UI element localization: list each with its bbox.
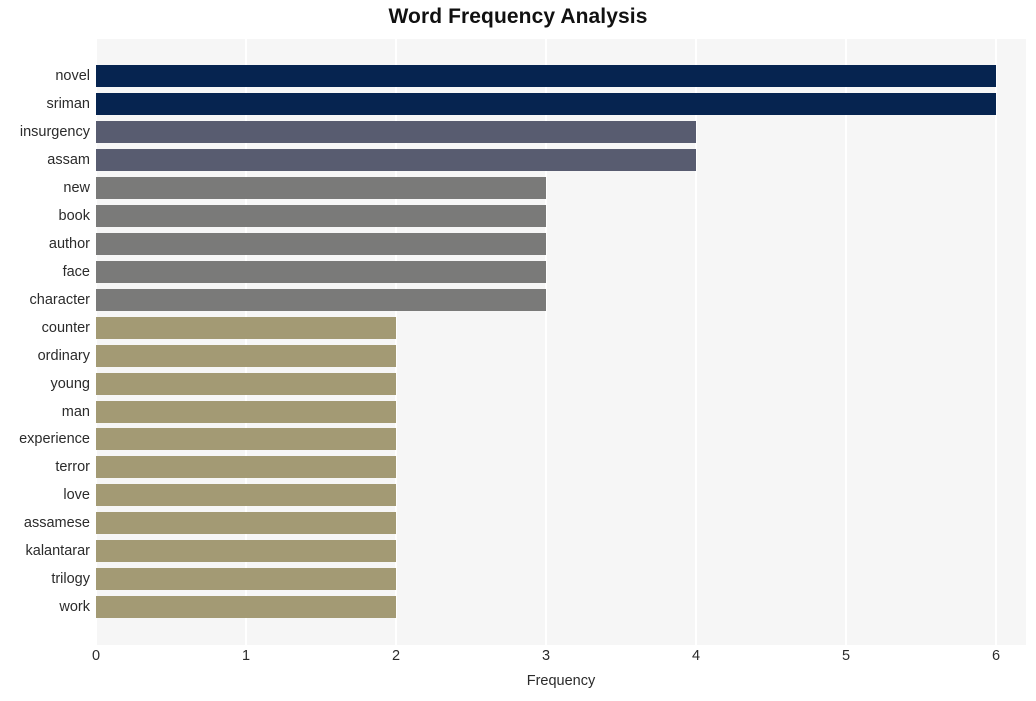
bars-layer [96,39,1026,645]
bar-terror[interactable] [96,456,396,479]
bar-slot [96,342,1026,370]
y-tick-label-ordinary: ordinary [37,347,90,364]
x-tick-label-2: 2 [391,648,401,664]
bar-novel[interactable] [96,64,996,87]
y-tick-label-experience: experience [19,431,90,448]
bar-book[interactable] [96,204,546,227]
word-frequency-chart-figure: Word Frequency Analysis novel sriman insur… [0,0,1036,701]
y-tick-label-assamese: assamese [23,515,90,532]
y-tick-label-kalantarar: kalantarar [25,543,90,560]
bar-slot [96,62,1026,90]
bar-work[interactable] [96,596,396,619]
y-tick-label-author: author [48,235,90,252]
x-tick-label-1: 1 [241,648,251,664]
bar-sriman[interactable] [96,92,996,115]
y-tick-label-trilogy: trilogy [51,571,90,588]
bar-man[interactable] [96,400,396,423]
plot-area [96,39,1026,645]
bar-assam[interactable] [96,148,696,171]
x-axis-label: Frequency [526,673,596,689]
bar-love[interactable] [96,484,396,507]
x-tick-label-4: 4 [691,648,701,664]
y-tick-label-face: face [62,263,90,280]
y-tick-label-work: work [59,599,90,616]
bar-slot [96,593,1026,621]
y-tick-label-novel: novel [55,67,90,84]
bar-slot [96,481,1026,509]
bar-slot [96,230,1026,258]
bar-counter[interactable] [96,316,396,339]
x-axis-tick-labels: 0 1 2 3 4 5 6 [0,648,1036,672]
bar-insurgency[interactable] [96,120,696,143]
x-tick-label-6: 6 [991,648,1001,664]
x-tick-label-0: 0 [91,648,101,664]
bar-face[interactable] [96,260,546,283]
bar-experience[interactable] [96,428,396,451]
bar-slot [96,146,1026,174]
bar-slot [96,286,1026,314]
bar-slot [96,425,1026,453]
y-tick-label-character: character [29,291,90,308]
bar-slot [96,370,1026,398]
bar-assamese[interactable] [96,512,396,535]
bar-slot [96,90,1026,118]
bar-slot [96,258,1026,286]
bar-slot [96,509,1026,537]
y-tick-label-young: young [50,375,90,392]
bar-slot [96,174,1026,202]
bar-ordinary[interactable] [96,344,396,367]
bar-author[interactable] [96,232,546,255]
bar-young[interactable] [96,372,396,395]
bar-slot [96,118,1026,146]
bar-slot [96,314,1026,342]
bar-kalantarar[interactable] [96,540,396,563]
y-tick-label-new: new [63,179,90,196]
y-tick-label-sriman: sriman [46,95,90,112]
y-axis-tick-labels: novel sriman insurgency assam new book author f… [0,39,90,645]
bar-trilogy[interactable] [96,568,396,591]
chart-title: Word Frequency Analysis [388,5,648,28]
x-tick-label-5: 5 [841,648,851,664]
bar-new[interactable] [96,176,546,199]
y-tick-label-man: man [61,403,90,420]
bar-character[interactable] [96,288,546,311]
bar-slot [96,537,1026,565]
bar-slot [96,398,1026,426]
y-tick-label-counter: counter [41,319,90,336]
y-tick-label-insurgency: insurgency [19,123,90,140]
bar-slot [96,202,1026,230]
bar-slot [96,565,1026,593]
y-tick-label-assam: assam [47,151,90,168]
bar-slot [96,453,1026,481]
y-tick-label-terror: terror [55,459,90,476]
y-tick-label-love: love [63,487,90,504]
y-tick-label-book: book [58,207,90,224]
x-tick-label-3: 3 [541,648,551,664]
